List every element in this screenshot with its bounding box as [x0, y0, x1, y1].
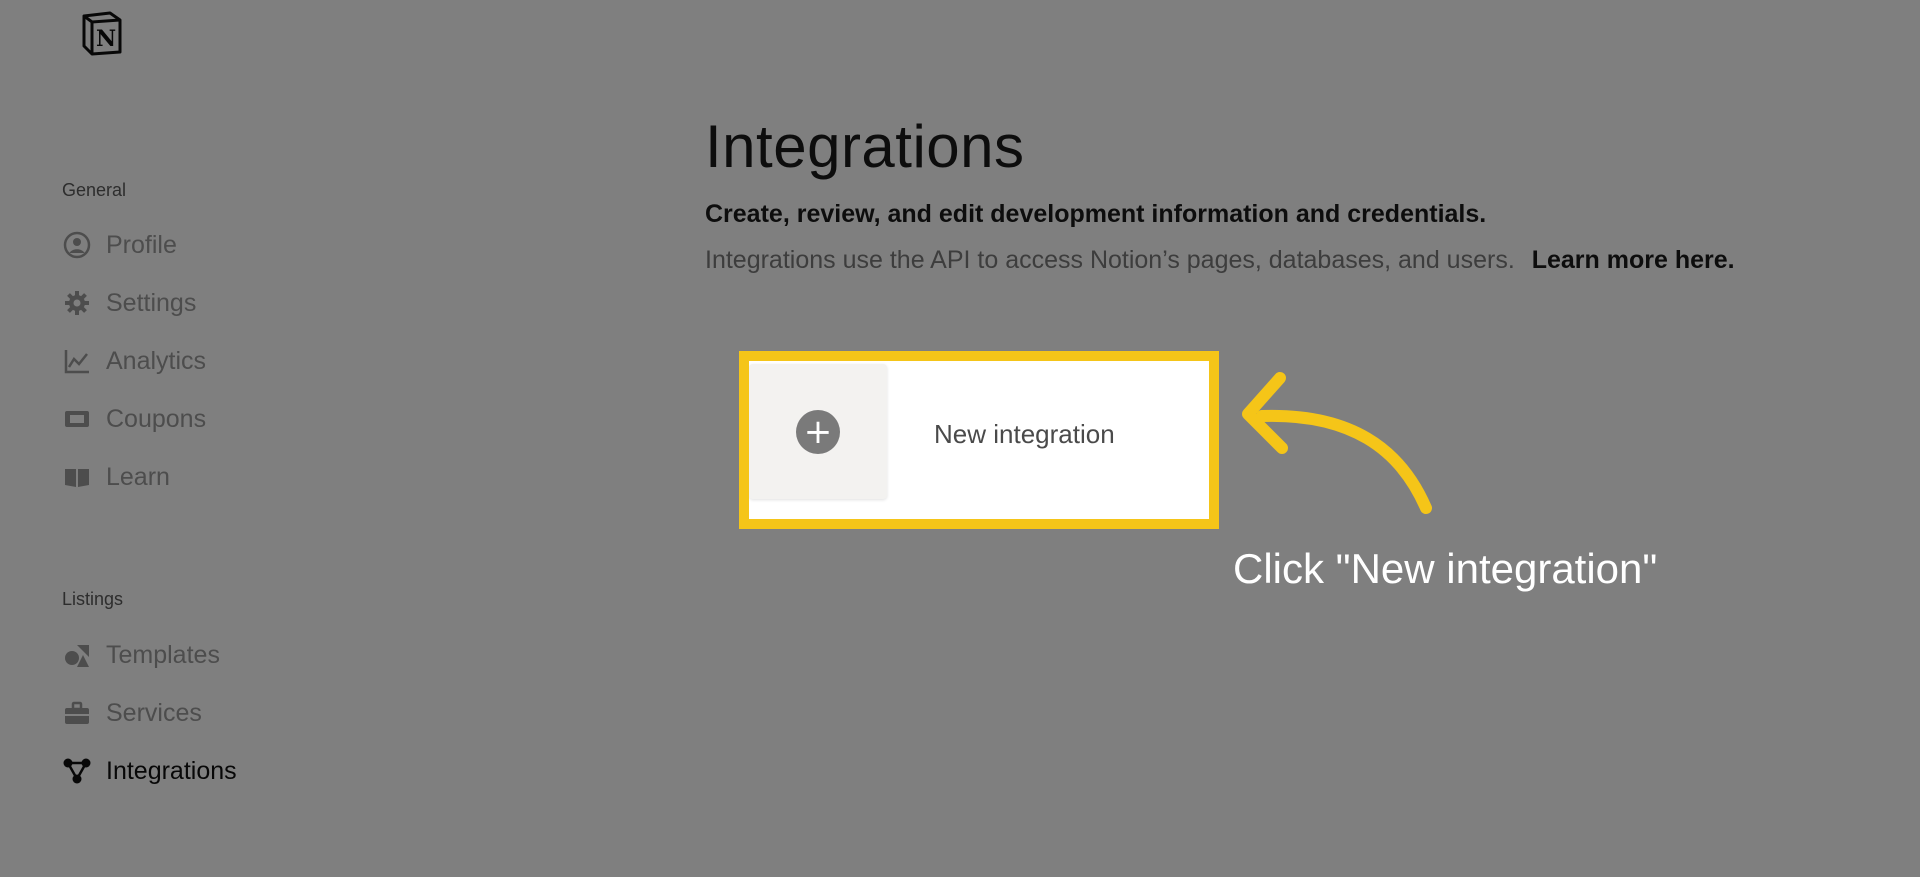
sidebar-item-services[interactable]: Services — [62, 694, 202, 732]
gear-icon — [62, 288, 92, 318]
sidebar-item-label: Services — [106, 698, 202, 727]
sidebar-item-profile[interactable]: Profile — [62, 226, 177, 264]
page-description: Integrations use the API to access Notio… — [705, 246, 1735, 275]
sidebar-item-templates[interactable]: Templates — [62, 636, 220, 674]
page-title: Integrations — [705, 113, 1025, 180]
sidebar-item-label: Coupons — [106, 404, 207, 433]
sidebar-item-learn[interactable]: Learn — [62, 458, 170, 496]
highlight-box — [739, 351, 1219, 529]
section-label-general: General — [62, 180, 127, 200]
curved-arrow-icon — [1242, 372, 1432, 514]
sidebar-item-label: Profile — [106, 230, 177, 259]
sidebar-item-label: Analytics — [106, 346, 207, 375]
sidebar-item-settings[interactable]: Settings — [62, 284, 196, 322]
ticket-icon — [62, 404, 92, 434]
book-icon — [62, 462, 92, 492]
sidebar-item-analytics[interactable]: Analytics — [62, 342, 206, 380]
sidebar-item-label: Templates — [106, 640, 220, 669]
shapes-icon — [62, 640, 92, 670]
sidebar-item-label: Settings — [106, 288, 197, 317]
briefcase-icon — [62, 698, 92, 728]
learn-more-link[interactable]: Learn more here. — [1532, 246, 1735, 274]
sidebar-item-label: Integrations — [106, 756, 237, 785]
user-circle-icon — [62, 230, 92, 260]
sidebar-item-integrations[interactable]: Integrations — [62, 752, 237, 790]
description-text: Integrations use the API to access Notio… — [705, 246, 1515, 274]
sidebar-item-coupons[interactable]: Coupons — [62, 400, 206, 438]
callout-text: Click "New integration" — [1233, 545, 1658, 592]
notion-logo-icon[interactable]: N — [78, 10, 126, 56]
page-subtitle: Create, review, and edit development inf… — [705, 200, 1487, 228]
svg-text:N: N — [96, 26, 116, 52]
chart-line-icon — [62, 346, 92, 376]
section-label-listings: Listings — [62, 589, 124, 609]
sidebar-item-label: Learn — [106, 462, 170, 491]
nodes-icon — [62, 756, 92, 786]
